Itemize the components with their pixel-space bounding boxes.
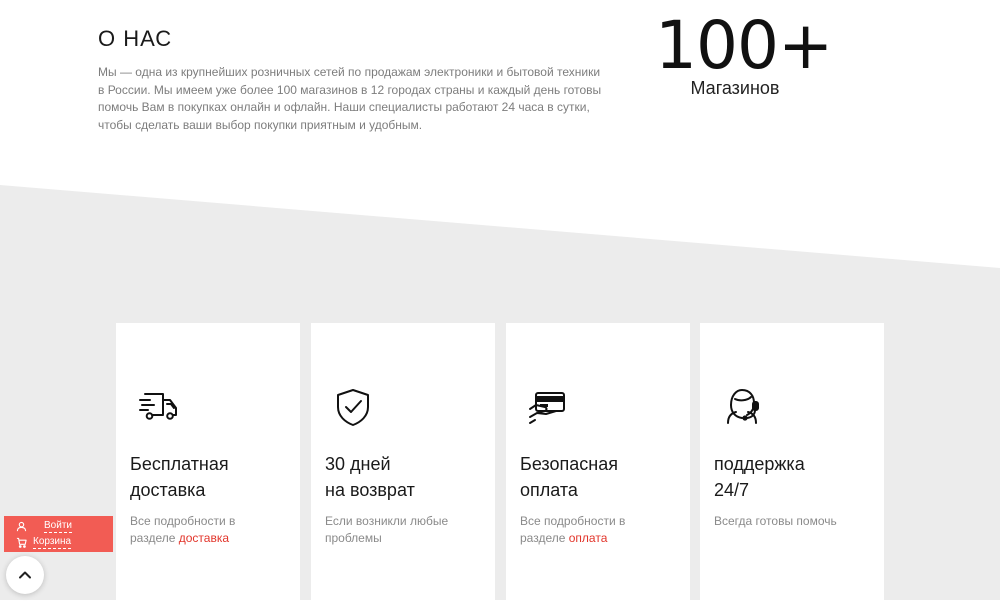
feature-description-link[interactable]: Если возникли любые проблемы [325,513,485,547]
about-text-line: в России. Мы имеем уже более 100 магазин… [98,82,602,97]
feature-desc-prefix: разделе [520,531,569,545]
feature-desc-prefix: разделе [130,531,179,545]
login-button[interactable]: Войти [16,518,72,534]
feature-description: Все подробности в разделе оплата [520,513,680,547]
feature-title-line: 30 дней [325,454,391,474]
cart-icon [16,537,27,548]
chevron-up-icon [19,571,31,579]
feature-desc-line: разделе оплата [520,530,680,547]
feature-card-payment: Безопасная оплата Все подробности в разд… [506,323,690,613]
card-payment-icon [526,385,570,429]
feature-desc-line: разделе доставка [130,530,290,547]
scroll-to-top-button[interactable] [6,556,44,594]
about-text-line: чтобы сделать ваши выбор покупки приятны… [98,117,423,132]
user-icon [16,521,27,531]
feature-desc-line: Если возникли любые [325,514,449,528]
delivery-truck-icon [136,385,180,429]
feature-title: 30 дней на возврат [325,451,485,503]
feature-card-delivery: Бесплатная доставка Все подробности в ра… [116,323,300,613]
about-text: Мы — одна из крупнейших розничных сетей … [98,64,638,134]
stores-stat: 100+ Магазинов [655,7,833,99]
feature-title-line: поддержка [714,454,805,474]
feature-title: Безопасная оплата [520,451,680,503]
quick-access-panel: Войти Корзина [4,516,113,552]
cart-button[interactable]: Корзина [16,534,72,550]
cart-label: Корзина [33,535,72,549]
feature-title-line: на возврат [325,480,415,500]
about-text-line: помочь Вам в покупках онлайн и офлайн. Н… [98,100,590,114]
feature-title-line: Бесплатная [130,454,229,474]
stores-count: 100+ [655,7,833,84]
feature-title-line: доставка [130,480,206,500]
login-label: Войти [44,519,72,533]
about-text-line: Мы — одна из крупнейших розничных сетей … [98,65,601,79]
feature-title-line: 24/7 [714,480,750,500]
feature-card-return: 30 дней на возврат Если возникли любые п… [311,323,495,613]
feature-title-line: Безопасная [520,454,618,474]
feature-title: Бесплатная доставка [130,451,290,503]
feature-desc-line: Всегда готовы помочь [714,514,837,528]
feature-description-link[interactable]: Всегда готовы помочь [714,513,874,530]
feature-card-support: поддержка 24/7 Всегда готовы помочь [700,323,884,613]
feature-title: поддержка 24/7 [714,451,874,503]
about-title: О НАС [98,26,173,51]
feature-desc-line: проблемы [325,531,382,545]
feature-description: Все подробности в разделе доставка [130,513,290,547]
payment-link[interactable]: оплата [569,531,608,545]
shield-check-icon [331,385,375,429]
feature-desc-line: Все подробности в [130,514,236,528]
delivery-link[interactable]: доставка [179,531,229,545]
feature-desc-line: Все подробности в [520,514,626,528]
about-section: О НАС Мы — одна из крупнейших розничных … [98,26,638,134]
feature-title-line: оплата [520,480,578,500]
support-headset-icon [720,385,764,429]
